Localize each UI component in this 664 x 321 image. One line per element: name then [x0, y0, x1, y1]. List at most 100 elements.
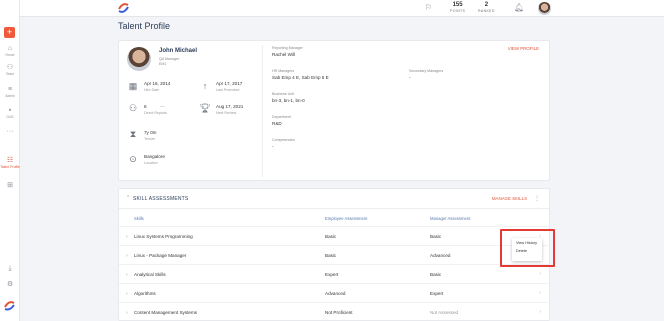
team-icon: ⚇: [6, 64, 14, 71]
skill-name: Algorithms: [134, 291, 156, 296]
points-label: POINTS: [450, 9, 466, 13]
secondary-managers: -: [409, 75, 411, 80]
employee-assessment: Basic: [325, 234, 337, 239]
last-promoted: Apr 17, 2017: [216, 81, 243, 86]
employee-assessment: Not Proficient: [325, 310, 353, 315]
trophy-icon: 🏆︎: [199, 103, 211, 113]
table-row[interactable]: › Linux Systems Programming Basic Basic …: [119, 226, 551, 247]
divider: [262, 45, 263, 177]
profile-card: John Michael QA Manager EM1 ▦ Apr 18, 20…: [118, 40, 550, 181]
department-label: Department: [272, 115, 291, 119]
arrow-up-icon: ↑: [202, 81, 208, 91]
rail-item-team[interactable]: ⚇ Team: [0, 64, 20, 76]
row-menu-icon[interactable]: ›: [539, 271, 541, 277]
highlight-box: [500, 229, 555, 267]
row-menu-icon[interactable]: ›: [539, 290, 541, 296]
expand-chevron-icon[interactable]: ›: [126, 253, 128, 259]
direct-reports: 8: [144, 104, 147, 109]
expand-chevron-icon[interactable]: ›: [126, 272, 128, 278]
table-row[interactable]: › Analytical Skills Expert Basic ›: [119, 264, 551, 285]
business-unit-label: Business Unit: [272, 92, 294, 96]
rail-item-settings[interactable]: ⚙: [0, 281, 20, 289]
next-review-label: Next Review: [216, 111, 237, 115]
manager-assessment: Basic: [430, 234, 442, 239]
view-profile-link[interactable]: VIEW PROFILE: [508, 46, 539, 51]
expand-chevron-icon[interactable]: ›: [126, 234, 128, 240]
points-stat[interactable]: 155 POINTS: [450, 2, 465, 14]
hire-date: Apr 18, 2014: [144, 81, 171, 86]
table-row[interactable]: › Linux - Package Manager Basic Advanced: [119, 245, 551, 266]
manager-assessment: Advanced: [430, 253, 451, 258]
skill-assessments-header: ⌃ SKILL ASSESSMENTS MANAGE SKILLS ⋮: [119, 189, 549, 209]
reporting-manager-label: Reporting Manager: [272, 46, 303, 50]
column-header-skills: Skills: [134, 216, 144, 221]
skill-assessments-title: SKILL ASSESSMENTS: [133, 196, 189, 202]
reporting-manager: Rachel Will: [272, 52, 295, 57]
competencies: -: [272, 144, 274, 149]
skill-name: Linux Systems Programming: [134, 234, 193, 239]
column-header-employee: Employee Assessment: [325, 216, 368, 221]
location-label: Location: [144, 161, 158, 165]
expand-chevron-icon[interactable]: ›: [126, 310, 128, 316]
download-icon: ⤓: [8, 265, 12, 272]
rail-item-download[interactable]: ⤓: [0, 265, 20, 273]
department: R&D: [272, 121, 282, 126]
rail-label: Home: [5, 53, 15, 57]
add-icon[interactable]: +: [4, 27, 15, 38]
competencies-label: Competencies: [272, 138, 295, 142]
row-menu-icon[interactable]: ›: [539, 309, 541, 315]
settings-icon: ⚙: [6, 281, 14, 288]
rail-item-talent-profile[interactable]: ☷ Talent Profile: [0, 157, 20, 169]
more-icon: ···: [6, 128, 14, 135]
expand-chevron-icon[interactable]: ›: [126, 291, 128, 297]
points-value: 155: [452, 2, 463, 8]
tenure: 7y 0m: [144, 130, 157, 135]
rail-item-home[interactable]: ⌂ Home: [0, 45, 20, 57]
rail-label: Team: [5, 72, 15, 76]
rail-label: Talent Profile: [0, 165, 20, 169]
collapse-chevron-icon[interactable]: ⌃: [126, 195, 130, 201]
rail-item-gog[interactable]: ▪ GoG: [0, 107, 20, 119]
user-avatar[interactable]: [538, 2, 551, 15]
bell-icon[interactable]: 🔔︎: [514, 3, 524, 13]
table-row[interactable]: › Algorithms Advanced Expert ›: [119, 283, 551, 304]
rail-label: Admin: [5, 94, 15, 98]
skill-assessments-card: ⌃ SKILL ASSESSMENTS MANAGE SKILLS ⋮ Skil…: [118, 188, 551, 321]
tenure-label: Tenure: [144, 137, 155, 141]
ranked-stat[interactable]: 2 RANKED: [478, 2, 495, 14]
table-row[interactable]: › Content Management Systems Not Profici…: [119, 302, 551, 321]
more-vertical-icon[interactable]: ⋮: [534, 195, 540, 202]
announcement-icon[interactable]: ⚐: [425, 3, 432, 13]
home-icon: ⌂: [7, 45, 13, 52]
manager-assessment: Not Assessed: [430, 310, 459, 315]
next-review: Aug 17, 2021: [216, 104, 244, 109]
secondary-managers-label: Secondary Managers: [409, 69, 444, 73]
location-pin-icon: ⊙: [129, 154, 137, 164]
profile-name: John Michael: [159, 48, 198, 54]
skill-name: Content Management Systems: [134, 310, 198, 315]
business-unit: bn-3, bn-1, bn-0: [272, 98, 305, 103]
skill-name: Linux - Package Manager: [134, 253, 187, 258]
top-bar: ⚐ 155 POINTS 2 RANKED 🔔︎: [20, 0, 664, 17]
goals-icon: ▪: [8, 107, 12, 114]
manage-skills-link[interactable]: MANAGE SKILLS: [492, 196, 527, 201]
rail-item-admin[interactable]: ≡ Admin: [0, 86, 20, 98]
admin-icon: ≡: [7, 86, 13, 93]
brand-logo-icon[interactable]: [117, 2, 130, 15]
ranked-label: RANKED: [478, 9, 495, 13]
grid-icon: ⊞: [7, 182, 13, 189]
employee-assessment: Expert: [325, 272, 339, 277]
manager-assessment: Basic: [430, 272, 442, 277]
left-rail: + ⌂ Home ⚇ Team ≡ Admin ▪ GoG ··· ☷ Tale…: [0, 0, 20, 321]
rail-item-more[interactable]: ···: [0, 128, 20, 136]
rail-label: GoG: [6, 115, 14, 119]
hr-managers: Sab Emp 4 E, Sab Emp 5 E: [272, 75, 329, 80]
manager-assessment: Expert: [430, 291, 444, 296]
skill-name: Analytical Skills: [134, 272, 166, 277]
people-icon: ⚇: [128, 103, 138, 113]
hr-managers-label: HR Managers: [272, 69, 295, 73]
profile-avatar: [127, 47, 151, 71]
rail-item-grid[interactable]: ⊞: [0, 182, 20, 190]
app-logo-icon[interactable]: [3, 299, 16, 312]
calendar-icon: ▦: [128, 81, 138, 91]
